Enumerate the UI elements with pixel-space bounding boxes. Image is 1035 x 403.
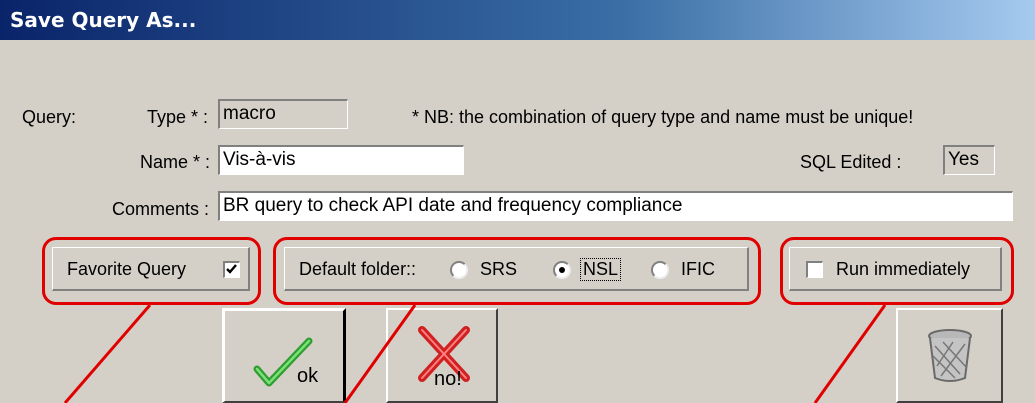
annotation-lines	[63, 304, 887, 403]
